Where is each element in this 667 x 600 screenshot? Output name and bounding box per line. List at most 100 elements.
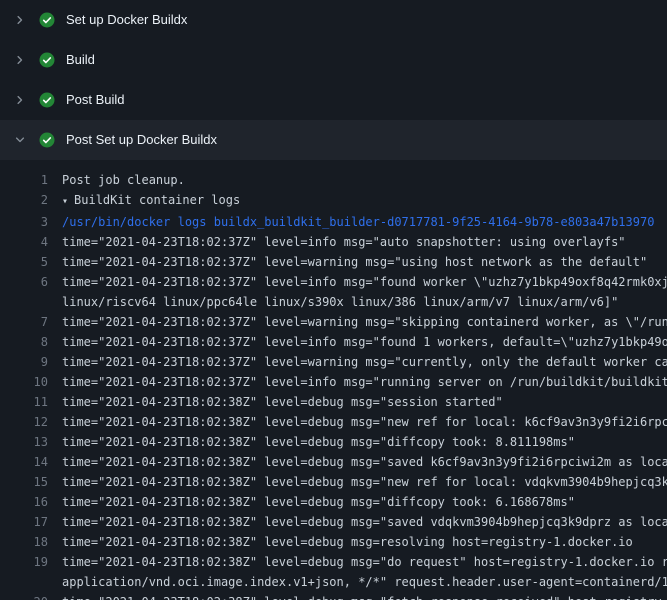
sections-list: Set up Docker Buildx Build P (0, 0, 667, 160)
chevron-right-icon[interactable] (12, 92, 28, 108)
log-line-text: ▾time="2021-04-23T18:02:38Z" level=debug… (48, 512, 667, 532)
log-line-text-content: time="2021-04-23T18:02:37Z" level=info m… (62, 375, 667, 389)
log-line[interactable]: 19 ▾time="2021-04-23T18:02:38Z" level=de… (0, 552, 667, 572)
log-line-number[interactable]: 7 (0, 312, 48, 332)
log-line-number[interactable]: 13 (0, 432, 48, 452)
log-line-text: ▾time="2021-04-23T18:02:37Z" level=warni… (48, 312, 667, 332)
log-line-text: ▾time="2021-04-23T18:02:38Z" level=debug… (48, 552, 667, 572)
step-header[interactable]: Post Set up Docker Buildx (0, 120, 667, 160)
log-line-number[interactable]: 12 (0, 412, 48, 432)
log-line-text-content: time="2021-04-23T18:02:38Z" level=debug … (62, 455, 667, 469)
log-line[interactable]: 8 ▾time="2021-04-23T18:02:37Z" level=inf… (0, 332, 667, 352)
log-line-number[interactable]: 4 (0, 232, 48, 252)
log-line-text-content: time="2021-04-23T18:02:37Z" level=info m… (62, 235, 626, 249)
step-header[interactable]: Set up Docker Buildx (0, 0, 667, 40)
log-line-text-content: Post job cleanup. (62, 173, 185, 187)
log-line-text: ▾time="2021-04-23T18:02:38Z" level=debug… (48, 432, 667, 452)
log-line-text-content: time="2021-04-23T18:02:38Z" level=debug … (62, 515, 667, 529)
log-line-text-content: time="2021-04-23T18:02:38Z" level=debug … (62, 395, 503, 409)
log-line-text: ▾application/vnd.oci.image.index.v1+json… (48, 572, 667, 592)
log-line-text: ▾time="2021-04-23T18:02:38Z" level=debug… (48, 492, 667, 512)
log-line[interactable]: 2 ▾ BuildKit container logs (0, 190, 667, 212)
log-line[interactable]: 9 ▾time="2021-04-23T18:02:37Z" level=war… (0, 352, 667, 372)
log-line-number[interactable]: 3 (0, 212, 48, 232)
success-check-icon (39, 92, 55, 108)
step-header[interactable]: Post Build (0, 80, 667, 120)
log-line-text-content: time="2021-04-23T18:02:38Z" level=debug … (62, 535, 633, 549)
log-line[interactable]: 3 ▾/usr/bin/docker logs buildx_buildkit_… (0, 212, 667, 232)
log-line-text-content: time="2021-04-23T18:02:37Z" level=info m… (62, 335, 667, 349)
log-line[interactable]: 13 ▾time="2021-04-23T18:02:38Z" level=de… (0, 432, 667, 452)
log-line-text-content: time="2021-04-23T18:02:38Z" level=debug … (62, 435, 575, 449)
success-check-icon (39, 52, 55, 68)
log-line-number[interactable]: 6 (0, 272, 48, 292)
log-line[interactable]: 15 ▾time="2021-04-23T18:02:38Z" level=de… (0, 472, 667, 492)
log-line[interactable]: 5 ▾time="2021-04-23T18:02:37Z" level=war… (0, 252, 667, 272)
log-line-text: ▾time="2021-04-23T18:02:37Z" level=info … (48, 332, 667, 352)
log-line-text: ▾Post job cleanup. (48, 170, 667, 190)
log-line-text: ▾time="2021-04-23T18:02:38Z" level=debug… (48, 532, 667, 552)
log-line-text: ▾time="2021-04-23T18:02:37Z" level=info … (48, 372, 667, 392)
log-line-text: ▾time="2021-04-23T18:02:38Z" level=debug… (48, 412, 667, 432)
log-line[interactable]: 4 ▾time="2021-04-23T18:02:37Z" level=inf… (0, 232, 667, 252)
log-body: 1 ▾Post job cleanup. 2 ▾ BuildKit contain… (0, 160, 667, 600)
log-line-text: ▾time="2021-04-23T18:02:38Z" level=debug… (48, 472, 667, 492)
group-toggle-icon[interactable]: ▾ (62, 196, 68, 207)
log-line-number[interactable]: 20 (0, 592, 48, 600)
log-line-text-content: time="2021-04-23T18:02:38Z" level=debug … (62, 495, 575, 509)
log-line-text-content: time="2021-04-23T18:02:38Z" level=debug … (62, 595, 667, 600)
step-name: Set up Docker Buildx (66, 12, 187, 28)
chevron-right-icon[interactable] (12, 12, 28, 28)
log-line-number[interactable]: 18 (0, 532, 48, 552)
log-line-text-content: time="2021-04-23T18:02:38Z" level=debug … (62, 555, 667, 569)
log-line-text: ▾time="2021-04-23T18:02:38Z" level=debug… (48, 392, 667, 412)
log-line-text-content: time="2021-04-23T18:02:37Z" level=info m… (62, 275, 667, 289)
log-line-number[interactable]: 5 (0, 252, 48, 272)
log-line-number[interactable]: 16 (0, 492, 48, 512)
log-line[interactable]: 10 ▾time="2021-04-23T18:02:37Z" level=in… (0, 372, 667, 392)
log-line-number[interactable]: 2 (0, 190, 48, 210)
log-line[interactable]: ▾linux/riscv64 linux/ppc64le linux/s390x… (0, 292, 667, 312)
log-line[interactable]: 1 ▾Post job cleanup. (0, 170, 667, 190)
log-line-number[interactable]: 10 (0, 372, 48, 392)
chevron-right-icon[interactable] (12, 52, 28, 68)
log-line-number[interactable]: 15 (0, 472, 48, 492)
log-line[interactable]: 11 ▾time="2021-04-23T18:02:38Z" level=de… (0, 392, 667, 412)
log-line-text: ▾ BuildKit container logs (48, 190, 667, 212)
log-line-text-content: time="2021-04-23T18:02:37Z" level=warnin… (62, 255, 647, 269)
log-line[interactable]: 20 ▾time="2021-04-23T18:02:38Z" level=de… (0, 592, 667, 600)
log-line-text: ▾time="2021-04-23T18:02:37Z" level=warni… (48, 252, 667, 272)
log-line-number[interactable]: 14 (0, 452, 48, 472)
log-line[interactable]: 14 ▾time="2021-04-23T18:02:38Z" level=de… (0, 452, 667, 472)
log-line-text-content: time="2021-04-23T18:02:38Z" level=debug … (62, 415, 667, 429)
step-name: Post Build (66, 92, 125, 108)
log-line-number[interactable]: 8 (0, 332, 48, 352)
log-line-text-content: BuildKit container logs (74, 193, 240, 207)
log-line-text-content: application/vnd.oci.image.index.v1+json,… (62, 575, 667, 589)
log-line[interactable]: 7 ▾time="2021-04-23T18:02:37Z" level=war… (0, 312, 667, 332)
workflow-job-log-viewer: Set up Docker Buildx Build P (0, 0, 667, 600)
log-line[interactable]: 12 ▾time="2021-04-23T18:02:38Z" level=de… (0, 412, 667, 432)
log-line-number[interactable]: 1 (0, 170, 48, 190)
log-line-number[interactable]: 9 (0, 352, 48, 372)
log-line[interactable]: 17 ▾time="2021-04-23T18:02:38Z" level=de… (0, 512, 667, 532)
log-line-text-content: linux/riscv64 linux/ppc64le linux/s390x … (62, 295, 618, 309)
success-check-icon (39, 12, 55, 28)
log-line-number[interactable]: 17 (0, 512, 48, 532)
chevron-right-icon[interactable] (12, 132, 28, 148)
step-name: Post Set up Docker Buildx (66, 132, 217, 148)
log-line-text: ▾time="2021-04-23T18:02:37Z" level=warni… (48, 352, 667, 372)
log-line-text: ▾time="2021-04-23T18:02:37Z" level=info … (48, 232, 667, 252)
log-line-text: ▾/usr/bin/docker logs buildx_buildkit_bu… (48, 212, 667, 232)
log-line-text: ▾time="2021-04-23T18:02:38Z" level=debug… (48, 452, 667, 472)
log-line-text-content: /usr/bin/docker logs buildx_buildkit_bui… (62, 215, 654, 229)
log-line-number[interactable]: 11 (0, 392, 48, 412)
step-header[interactable]: Build (0, 40, 667, 80)
log-line-text-content: time="2021-04-23T18:02:38Z" level=debug … (62, 475, 667, 489)
log-line[interactable]: 16 ▾time="2021-04-23T18:02:38Z" level=de… (0, 492, 667, 512)
log-line[interactable]: 18 ▾time="2021-04-23T18:02:38Z" level=de… (0, 532, 667, 552)
log-line-number[interactable]: 19 (0, 552, 48, 572)
success-check-icon (39, 132, 55, 148)
log-line[interactable]: ▾application/vnd.oci.image.index.v1+json… (0, 572, 667, 592)
log-line[interactable]: 6 ▾time="2021-04-23T18:02:37Z" level=inf… (0, 272, 667, 292)
